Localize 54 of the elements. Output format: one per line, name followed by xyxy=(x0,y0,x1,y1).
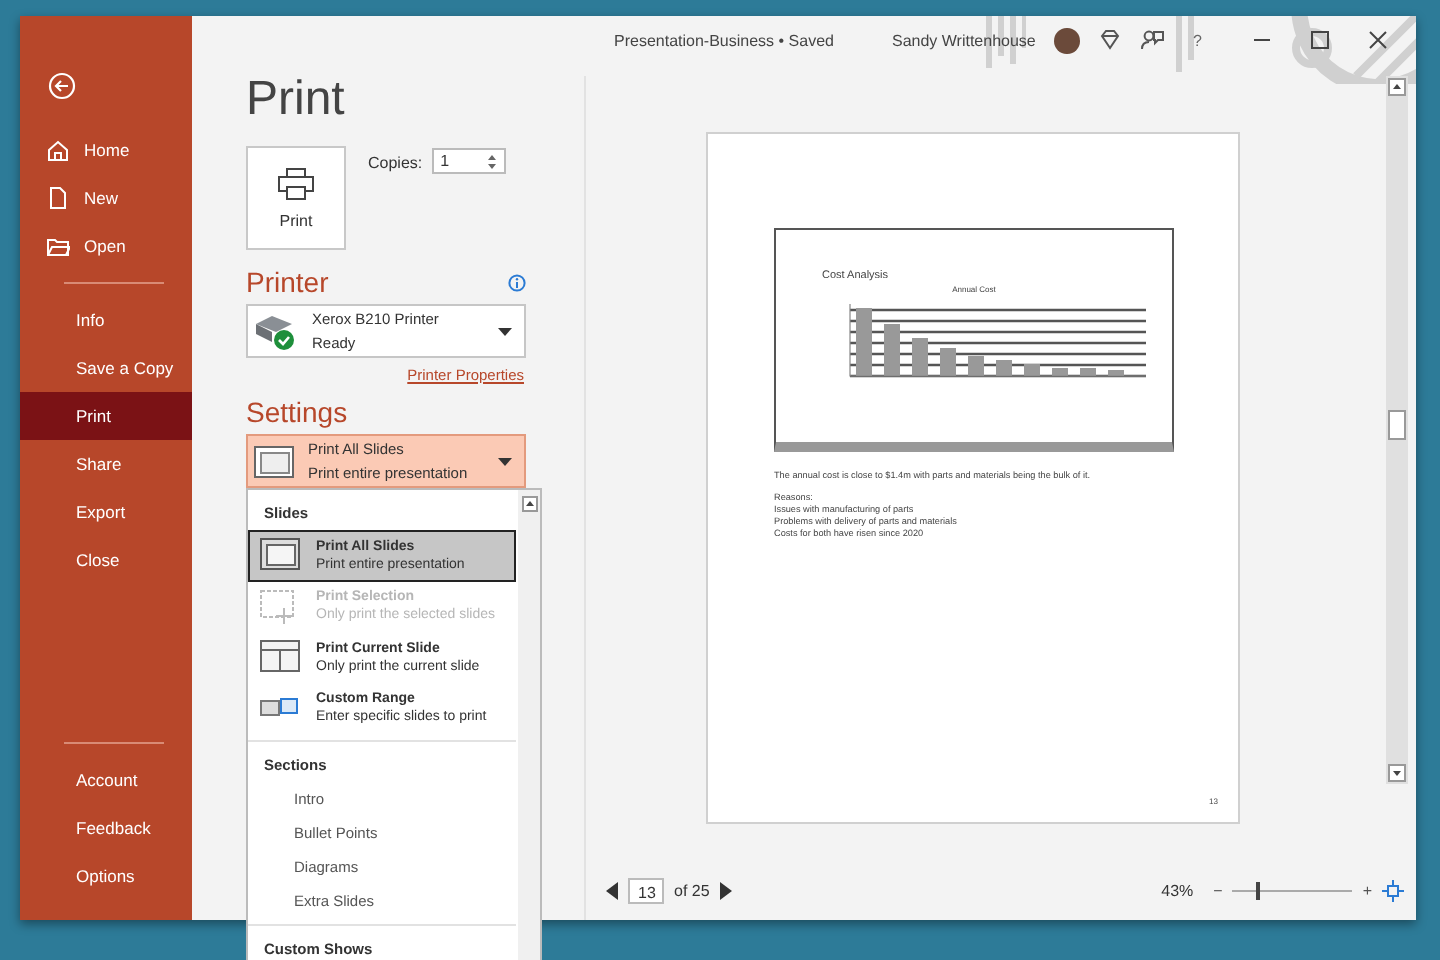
next-page-icon xyxy=(719,881,732,899)
sidebar-item[interactable]: Share xyxy=(20,440,192,488)
home-icon xyxy=(46,138,70,162)
page-count: of 25 xyxy=(674,881,710,899)
scroll-down-icon xyxy=(1388,764,1406,782)
close-icon xyxy=(1368,30,1388,50)
scroll-thumb[interactable] xyxy=(1388,409,1406,439)
sidebar-item[interactable]: Options xyxy=(20,852,192,900)
sidebar-item[interactable]: Account xyxy=(20,756,192,804)
user-name: Sandy Writtenhouse xyxy=(891,31,1036,49)
sidebar-item[interactable]: Feedback xyxy=(20,804,192,852)
zoom-out-button[interactable]: − xyxy=(1213,881,1223,899)
selection-icon xyxy=(260,589,300,624)
sidebar-item[interactable]: New xyxy=(20,174,192,222)
spinner-arrows-icon xyxy=(486,151,499,171)
zoom-in-button[interactable]: + xyxy=(1362,881,1372,899)
caret-icon xyxy=(498,457,512,465)
slides-icon xyxy=(254,445,294,477)
scroll-up-icon xyxy=(1388,78,1406,96)
document-icon xyxy=(46,186,70,210)
previous-page-icon xyxy=(606,881,618,899)
page-title: Print xyxy=(246,72,345,128)
help-button[interactable]: ? xyxy=(1193,31,1202,49)
section-heading: Printer xyxy=(246,266,329,298)
menu-scrollbar[interactable] xyxy=(518,490,540,960)
sidebar-item[interactable]: Close xyxy=(20,536,192,584)
sidebar-item[interactable]: Export xyxy=(20,488,192,536)
scrollbar[interactable] xyxy=(1386,76,1408,784)
feedback-icon xyxy=(1139,28,1164,52)
info-icon xyxy=(508,273,526,291)
maximize-icon xyxy=(1310,30,1330,50)
sidebar-item[interactable]: Print xyxy=(20,392,192,440)
sidebar-item[interactable]: Home xyxy=(20,126,192,174)
fit-to-window-icon xyxy=(1382,879,1404,901)
sidebar-item[interactable]: Save a Copy xyxy=(20,344,192,392)
diamond-icon xyxy=(1097,28,1122,52)
zoom-slider-thumb[interactable] xyxy=(1256,881,1261,899)
printer-ready-icon xyxy=(254,311,298,351)
copies-field[interactable]: 1 xyxy=(432,148,507,174)
sidebar-item[interactable]: Open xyxy=(20,222,192,270)
caret-icon xyxy=(498,327,512,335)
print-button[interactable]: Print xyxy=(246,146,346,250)
document-title: Presentation-Business • Saved xyxy=(614,31,834,49)
section-heading: Settings xyxy=(246,396,348,428)
folder-icon xyxy=(46,234,70,258)
avatar[interactable] xyxy=(1053,27,1080,53)
page-number-field[interactable]: 13 xyxy=(628,877,664,903)
sidebar-item[interactable]: Info xyxy=(20,296,192,344)
zoom-level: 43% xyxy=(1161,881,1194,899)
slides-icon xyxy=(260,538,300,573)
slide-layout-icon xyxy=(260,640,300,675)
printer-icon xyxy=(278,167,314,199)
scroll-up-icon xyxy=(521,496,537,512)
copies-label: Copies: xyxy=(368,154,423,172)
